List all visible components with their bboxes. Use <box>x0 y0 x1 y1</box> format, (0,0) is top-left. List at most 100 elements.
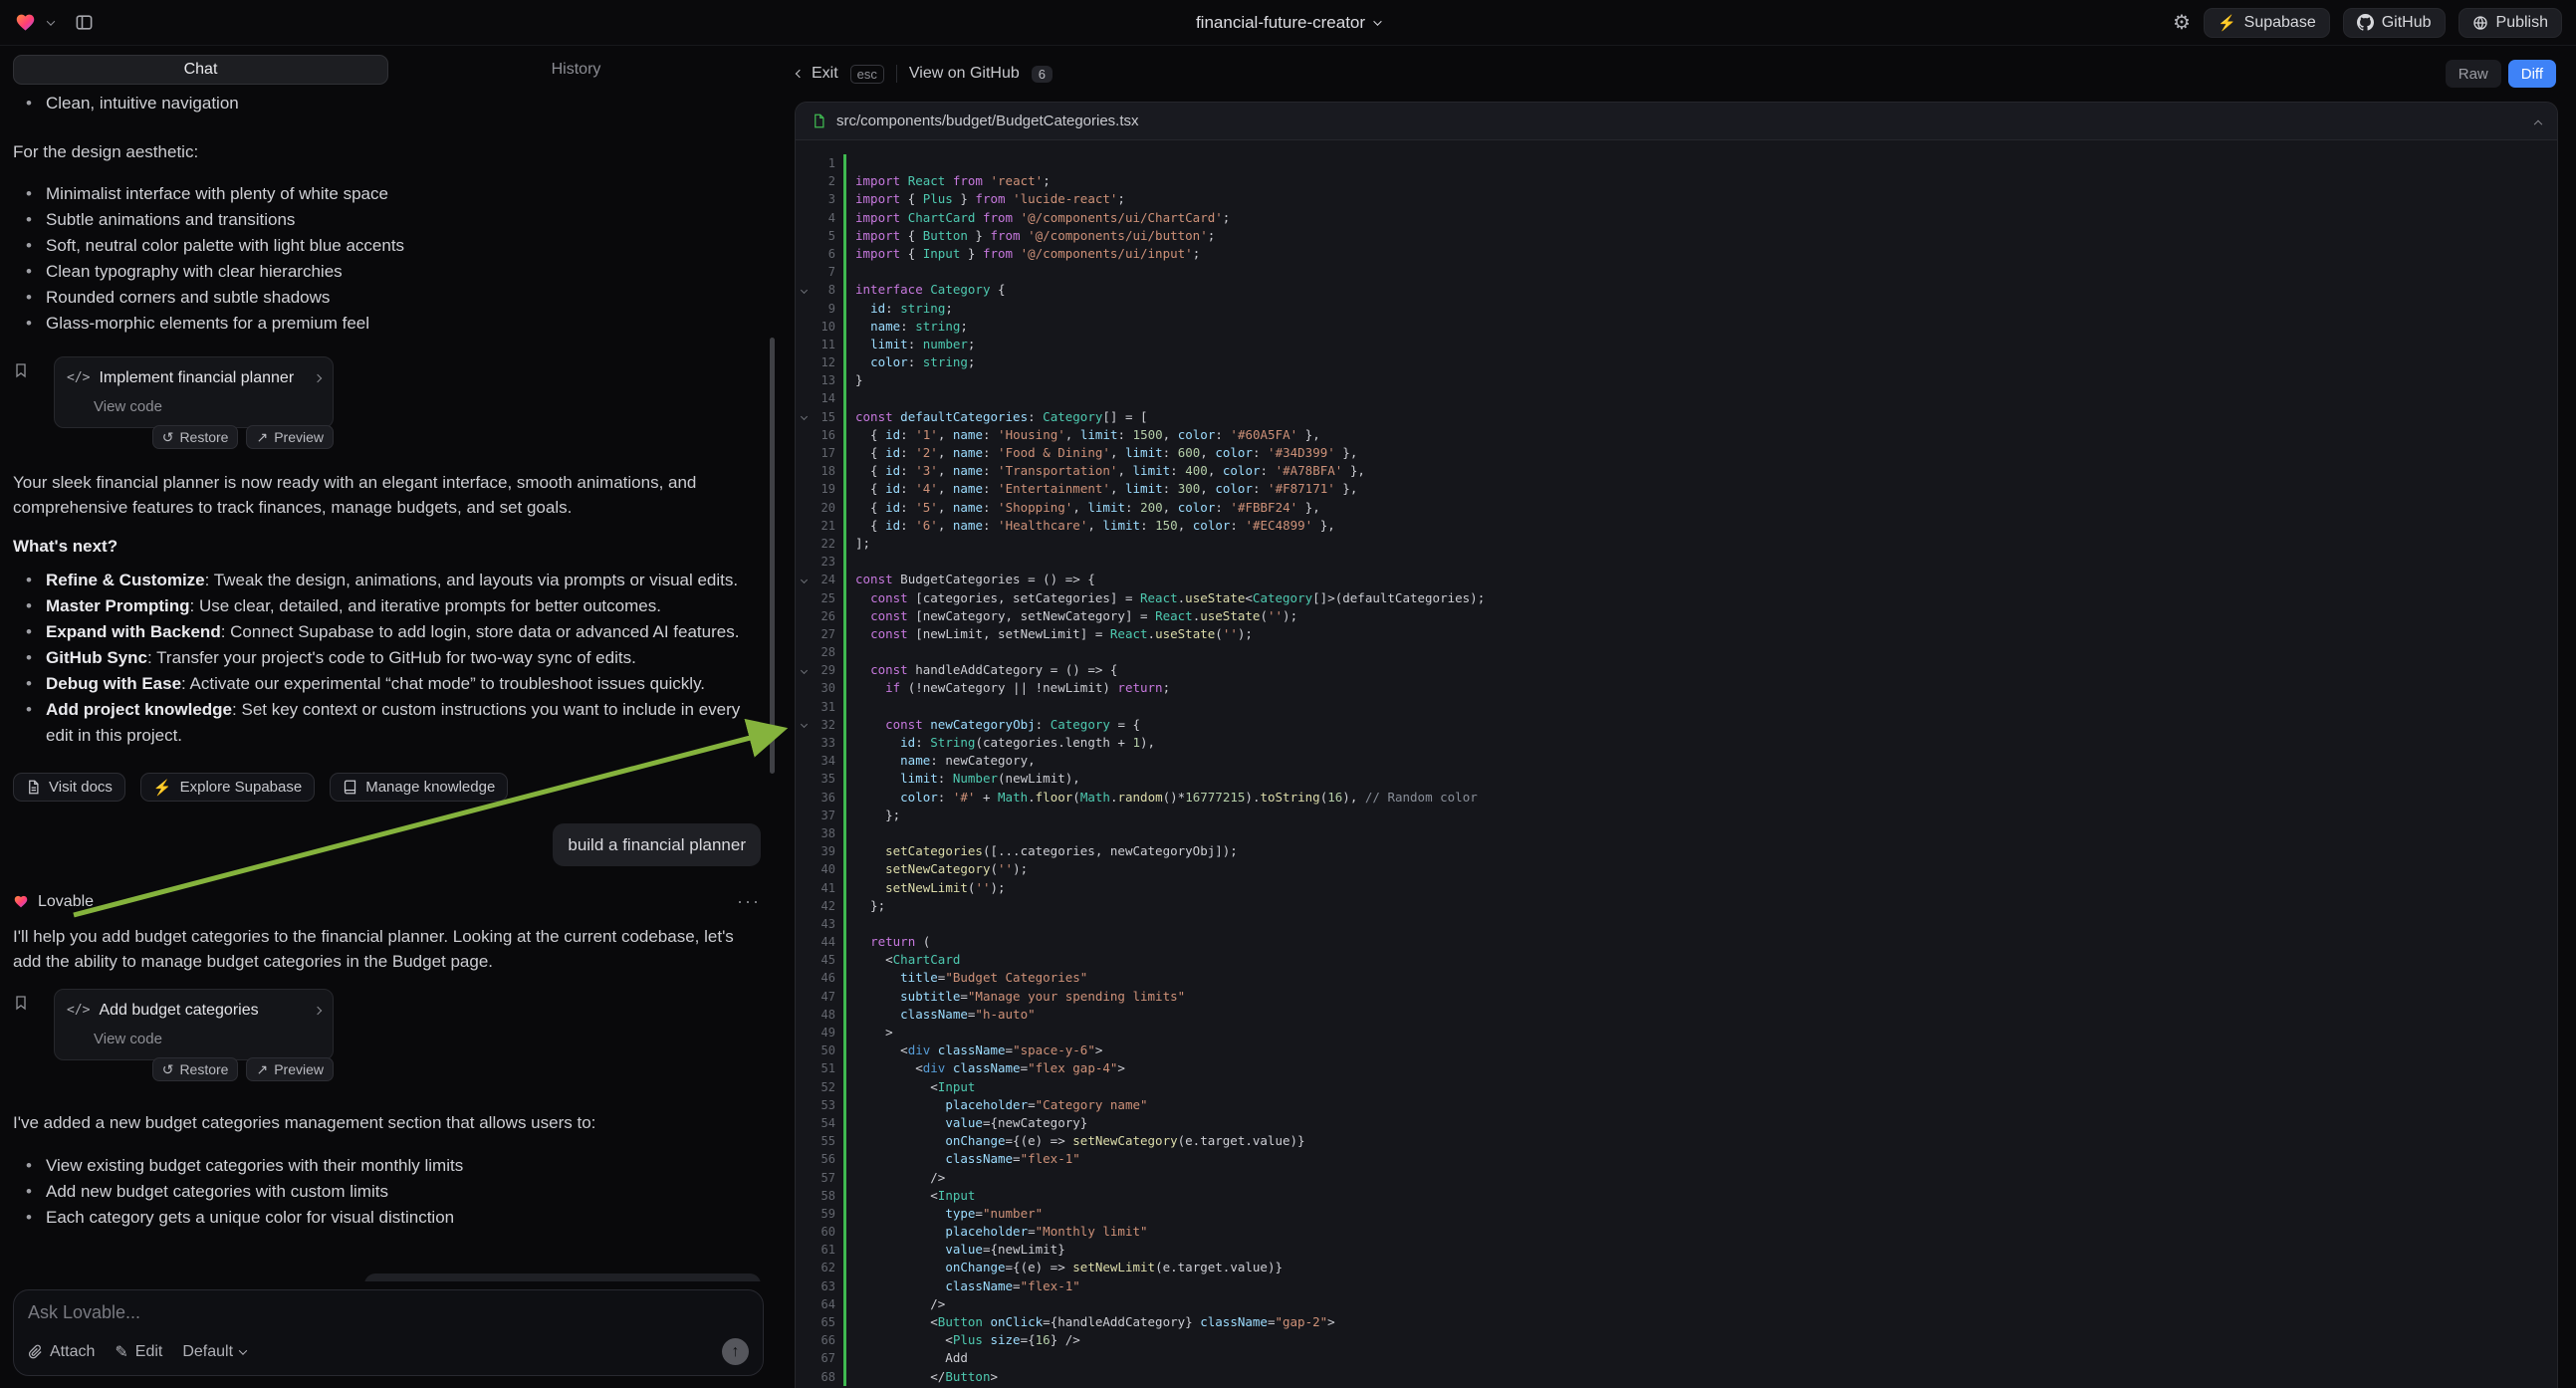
version-block-add: </> Add budget categories View code ↺ Re… <box>13 989 761 1081</box>
exit-button[interactable]: Exit <box>797 65 838 83</box>
more-options-icon[interactable]: ··· <box>737 891 761 912</box>
restore-button[interactable]: ↺ Restore <box>152 425 239 449</box>
code-editor[interactable]: 12import React from 'react';3import { Pl… <box>796 140 2557 1388</box>
list-item: Debug with Ease: Activate our experiment… <box>13 671 761 697</box>
version-card-implement[interactable]: </> Implement financial planner View cod… <box>54 356 334 428</box>
preview-button[interactable]: ↗ Preview <box>246 425 334 449</box>
code-line: 11 limit: number; <box>796 336 2557 353</box>
user-message-row: would be cool if you could add budget ca… <box>13 1273 761 1281</box>
diff-toggle[interactable]: Diff <box>2508 60 2556 88</box>
whats-next-heading: What's next? <box>13 534 761 559</box>
list-item: Add project knowledge: Set key context o… <box>13 697 761 749</box>
line-number: 46 <box>812 969 835 987</box>
version-actions: ↺ Restore ↗ Preview <box>54 1057 334 1081</box>
fold-chevron-icon[interactable] <box>800 287 807 294</box>
project-menu[interactable]: financial-future-creator <box>1196 13 1380 33</box>
code-line: 21 { id: '6', name: 'Healthcare', limit:… <box>796 517 2557 535</box>
chevron-down-icon <box>1373 17 1381 25</box>
raw-toggle[interactable]: Raw <box>2446 60 2501 88</box>
fold-chevron-icon[interactable] <box>800 413 807 420</box>
code-line: 59 type="number" <box>796 1205 2557 1223</box>
supabase-button[interactable]: ⚡ Supabase <box>2204 8 2330 38</box>
code-line: 24const BudgetCategories = () => { <box>796 571 2557 588</box>
attach-button[interactable]: Attach <box>28 1343 95 1361</box>
version-card-add[interactable]: </> Add budget categories View code <box>54 989 334 1060</box>
design-list: Minimalist interface with plenty of whit… <box>13 181 761 337</box>
settings-gear-icon[interactable]: ⚙ <box>2173 10 2191 35</box>
send-button[interactable]: ↑ <box>722 1338 749 1365</box>
code-line: 18 { id: '3', name: 'Transportation', li… <box>796 462 2557 480</box>
github-button[interactable]: GitHub <box>2343 8 2446 38</box>
fold-chevron-icon[interactable] <box>800 721 807 728</box>
version-title: Implement financial planner <box>99 365 294 390</box>
view-on-github-button[interactable]: View on GitHub <box>909 65 1020 83</box>
line-number: 7 <box>812 263 835 281</box>
code-line: 58 <Input <box>796 1187 2557 1205</box>
line-number: 60 <box>812 1223 835 1241</box>
list-item: Soft, neutral color palette with light b… <box>13 233 761 259</box>
lovable-logo-icon[interactable] <box>14 12 37 33</box>
line-number: 8 <box>812 281 835 299</box>
code-line: 60 placeholder="Monthly limit" <box>796 1223 2557 1241</box>
tab-history[interactable]: History <box>388 55 764 85</box>
line-number: 42 <box>812 897 835 915</box>
fold-chevron-icon[interactable] <box>800 577 807 583</box>
design-intro: For the design aesthetic: <box>13 139 761 164</box>
line-number: 44 <box>812 933 835 951</box>
manage-knowledge-button[interactable]: Manage knowledge <box>330 773 508 802</box>
bookmark-icon[interactable] <box>13 356 54 449</box>
send-arrow-icon: ↑ <box>732 1343 740 1361</box>
file-header[interactable]: src/components/budget/BudgetCategories.t… <box>796 103 2557 140</box>
code-line: 65 <Button onClick={handleAddCategory} c… <box>796 1313 2557 1331</box>
line-number: 47 <box>812 988 835 1006</box>
code-line: 46 title="Budget Categories" <box>796 969 2557 987</box>
line-number: 36 <box>812 789 835 807</box>
code-line: 56 className="flex-1" <box>796 1150 2557 1168</box>
code-line: 44 return ( <box>796 933 2557 951</box>
preview-button[interactable]: ↗ Preview <box>246 1057 334 1081</box>
toggle-sidebar-icon[interactable] <box>75 13 94 32</box>
line-number: 21 <box>812 517 835 535</box>
chevron-right-icon <box>314 1006 322 1014</box>
user-message-row: build a financial planner <box>13 823 761 866</box>
mode-selector[interactable]: Default <box>182 1343 246 1361</box>
code-line: 27 const [newLimit, setNewLimit] = React… <box>796 625 2557 643</box>
chat-input[interactable] <box>28 1302 749 1328</box>
code-line: 43 <box>796 915 2557 933</box>
explore-supabase-button[interactable]: ⚡ Explore Supabase <box>140 773 315 802</box>
view-code-link[interactable]: View code <box>94 1027 321 1051</box>
code-line: 30 if (!newCategory || !newLimit) return… <box>796 679 2557 697</box>
chat-scroll-area[interactable]: Clean, intuitive navigation For the desi… <box>0 85 777 1281</box>
edit-button[interactable]: ✎ Edit <box>115 1342 162 1362</box>
visit-docs-button[interactable]: Visit docs <box>13 773 125 802</box>
chat-panel: Chat History Clean, intuitive navigation… <box>0 46 777 1388</box>
bookmark-icon[interactable] <box>13 989 54 1081</box>
code-line: 2import React from 'react'; <box>796 172 2557 190</box>
publish-button[interactable]: Publish <box>2459 8 2562 38</box>
restore-button[interactable]: ↺ Restore <box>152 1057 239 1081</box>
line-number: 39 <box>812 842 835 860</box>
code-line: 31 <box>796 698 2557 716</box>
code-line: 54 value={newCategory} <box>796 1114 2557 1132</box>
chat-scrollbar-thumb[interactable] <box>770 338 775 774</box>
version-block-implement: </> Implement financial planner View cod… <box>13 356 761 449</box>
view-code-link[interactable]: View code <box>94 394 321 419</box>
line-number: 17 <box>812 444 835 462</box>
list-item: Clean, intuitive navigation <box>13 91 761 116</box>
code-line: 3import { Plus } from 'lucide-react'; <box>796 190 2557 208</box>
line-number: 37 <box>812 807 835 824</box>
line-number: 57 <box>812 1169 835 1187</box>
project-name: financial-future-creator <box>1196 13 1365 33</box>
esc-key-badge: esc <box>850 65 884 84</box>
code-line: 62 onChange={(e) => setNewLimit(e.target… <box>796 1259 2557 1276</box>
list-item: Rounded corners and subtle shadows <box>13 285 761 311</box>
workspace-menu-chevron-icon[interactable] <box>48 20 54 26</box>
fold-chevron-icon[interactable] <box>800 667 807 674</box>
tab-chat[interactable]: Chat <box>13 55 388 85</box>
code-line: 7 <box>796 263 2557 281</box>
line-number: 29 <box>812 661 835 679</box>
code-line: 37 }; <box>796 807 2557 824</box>
collapse-icon[interactable] <box>2534 119 2542 127</box>
line-number: 19 <box>812 480 835 498</box>
line-number: 38 <box>812 824 835 842</box>
